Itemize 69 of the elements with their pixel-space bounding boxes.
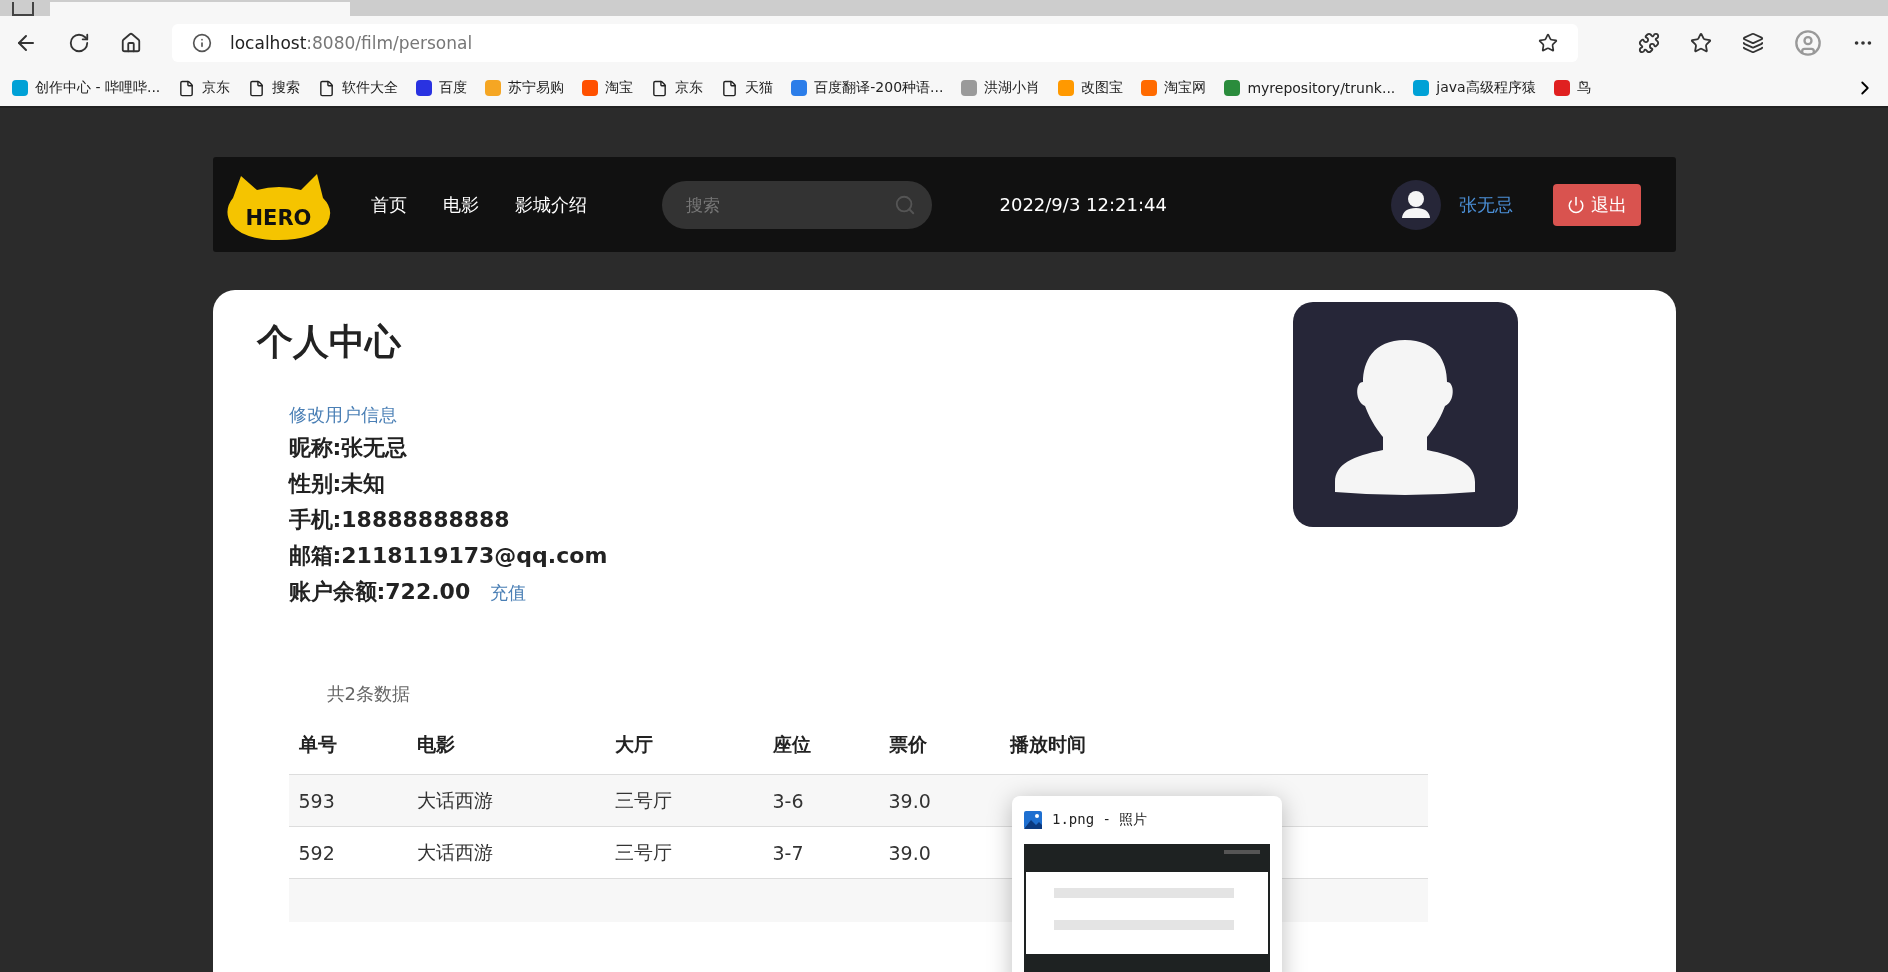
page-icon bbox=[318, 79, 336, 97]
bookmark[interactable]: 搜索 bbox=[248, 79, 301, 97]
table-cell-text: 三号厅 bbox=[614, 839, 673, 865]
recharge-link[interactable]: 充值 bbox=[490, 581, 527, 605]
bookmark[interactable]: 淘宝网 bbox=[1141, 79, 1207, 97]
page-icon bbox=[248, 79, 266, 97]
profile-field: 邮箱:2118119173@qq.com bbox=[288, 541, 1293, 571]
table-cell-text: 39.0 bbox=[888, 789, 932, 812]
bookmark[interactable]: 软件大全 bbox=[318, 79, 399, 97]
bookmark[interactable]: 创作中心 - 哔哩哔... bbox=[12, 79, 161, 97]
profile-field: 手机:18888888888 bbox=[288, 505, 1293, 535]
nav-link[interactable]: 电影 bbox=[442, 192, 479, 217]
info-icon[interactable] bbox=[192, 33, 212, 53]
profile-field: 昵称:张无忌 bbox=[288, 433, 1293, 463]
address-bar[interactable]: localhost:8080/film/personal bbox=[172, 24, 1578, 62]
page-title: 个人中心 bbox=[256, 320, 402, 364]
extensions-icon[interactable] bbox=[1638, 32, 1660, 54]
column-header: 大厅 bbox=[614, 732, 654, 757]
logout-button[interactable]: 退出 bbox=[1552, 183, 1641, 226]
favorite-star-icon[interactable] bbox=[1538, 33, 1558, 53]
search-field[interactable]: 搜索 bbox=[661, 180, 932, 229]
table-cell-text: 大话西游 bbox=[416, 839, 494, 865]
table-cell-text: 3-6 bbox=[772, 789, 805, 812]
reload-icon[interactable] bbox=[68, 32, 90, 54]
bookmark[interactable]: 洪湖小肖 bbox=[961, 79, 1041, 97]
bookmark[interactable]: java高级程序猿 bbox=[1413, 79, 1536, 97]
table-cell-text: 3-7 bbox=[772, 841, 805, 864]
column-header: 座位 bbox=[772, 732, 812, 757]
nav-link[interactable]: 影城介绍 bbox=[514, 192, 587, 217]
page-icon bbox=[721, 79, 739, 97]
column-header: 电影 bbox=[416, 732, 456, 757]
column-header: 播放时间 bbox=[1009, 732, 1087, 757]
power-icon bbox=[1566, 195, 1585, 214]
favorites-icon[interactable] bbox=[1690, 32, 1712, 54]
home-icon[interactable] bbox=[120, 32, 142, 54]
table-cell-text: 593 bbox=[298, 789, 336, 812]
profile-field: 性别:未知 bbox=[288, 469, 1293, 499]
table-cell-text: 大话西游 bbox=[416, 787, 494, 813]
bookmark[interactable]: 京东 bbox=[651, 79, 704, 97]
page-icon bbox=[178, 79, 196, 97]
avatar-icon bbox=[1292, 302, 1518, 527]
profile-icon[interactable] bbox=[1794, 29, 1822, 57]
nav-link[interactable]: 首页 bbox=[370, 192, 407, 217]
page-icon bbox=[651, 79, 669, 97]
username-link[interactable]: 张无忌 bbox=[1458, 192, 1513, 217]
column-header: 票价 bbox=[888, 732, 928, 757]
table-cell-text: 三号厅 bbox=[614, 787, 673, 813]
column-header: 单号 bbox=[298, 732, 338, 757]
photos-app-icon bbox=[1024, 811, 1042, 829]
bookmark[interactable]: 京东 bbox=[178, 79, 231, 97]
bookmark[interactable]: 鸟 bbox=[1553, 79, 1591, 97]
bookmark[interactable]: 苏宁易购 bbox=[485, 79, 565, 97]
bookmark[interactable]: 淘宝 bbox=[582, 79, 634, 97]
bookmark[interactable]: 改图宝 bbox=[1058, 79, 1124, 97]
url-text: localhost:8080/film/personal bbox=[230, 33, 473, 53]
popup-title: 1.png - 照片 bbox=[1052, 811, 1148, 829]
avatar-icon bbox=[1390, 179, 1441, 230]
clock-text: 2022/9/3 12:21:44 bbox=[999, 194, 1167, 215]
bookmark[interactable]: 天猫 bbox=[721, 79, 774, 97]
edit-info-link[interactable]: 修改用户信息 bbox=[288, 403, 1293, 427]
bookmark[interactable]: myrepository/trunk... bbox=[1224, 80, 1396, 96]
table-cell-text: 592 bbox=[298, 841, 336, 864]
collections-icon[interactable] bbox=[1742, 32, 1764, 54]
balance-text: 账户余额:722.00 bbox=[288, 578, 471, 606]
table-cell-text: 39.0 bbox=[888, 841, 932, 864]
preview-popup[interactable]: 1.png - 照片 bbox=[1012, 796, 1282, 972]
record-count: 共2条数据 bbox=[326, 682, 411, 706]
bookmark[interactable]: 百度 bbox=[416, 79, 468, 97]
bookmark[interactable]: 百度翻译-200种语... bbox=[791, 79, 944, 97]
